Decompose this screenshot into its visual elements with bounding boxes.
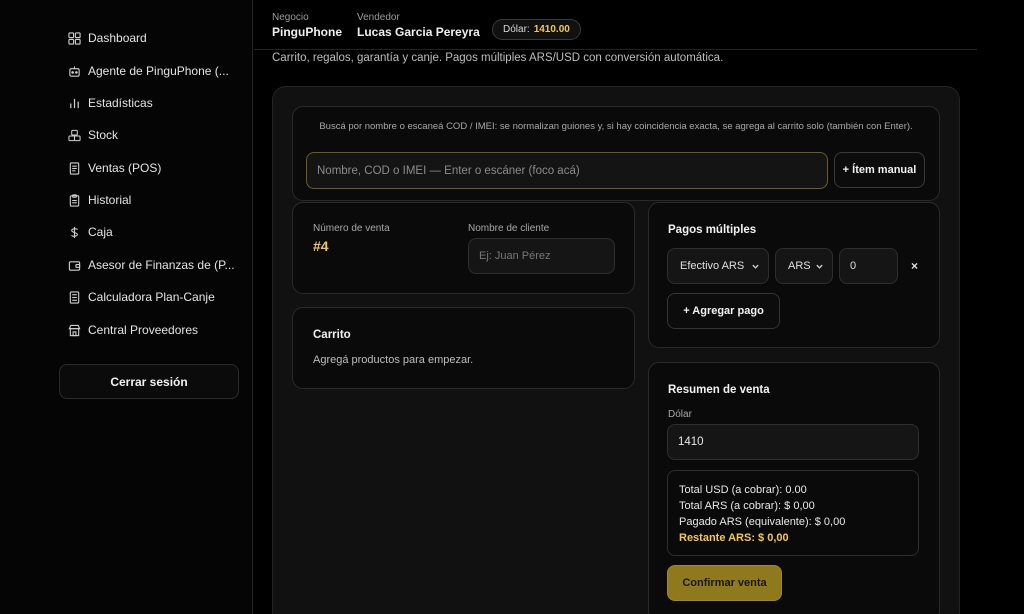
sidebar-item-label: Dashboard: [88, 31, 147, 45]
add-payment-button[interactable]: + Agregar pago: [667, 293, 780, 329]
header-divider: [254, 49, 977, 50]
page-subtitle: Carrito, regalos, garantía y canje. Pago…: [272, 52, 724, 64]
client-name-input[interactable]: [468, 238, 615, 274]
cart-card: [292, 307, 635, 389]
dollar-rate-input[interactable]: [667, 424, 919, 460]
confirm-sale-button[interactable]: Confirmar venta: [667, 565, 782, 601]
search-hint: Buscá por nombre o escaneá COD / IMEI: s…: [319, 121, 913, 132]
bar-chart-icon: [68, 97, 81, 110]
store-icon: [68, 324, 81, 337]
sidebar-item-history[interactable]: Historial: [68, 190, 131, 210]
business-label: Negocio: [272, 12, 309, 23]
clipboard-icon: [68, 193, 81, 207]
sidebar-item-label: Calculadora Plan-Canje: [88, 290, 215, 304]
totals-box: Total USD (a cobrar): 0.00 Total ARS (a …: [667, 470, 919, 556]
dashboard-icon: [68, 31, 81, 45]
receipt-icon: [68, 161, 81, 175]
sidebar-item-label: Asesor de Finanzas de (P...: [88, 258, 235, 272]
calculator-icon: [68, 290, 81, 304]
sale-number-label: Número de venta: [313, 223, 390, 234]
business-value: PinguPhone: [272, 25, 342, 39]
cart-empty-message: Agregá productos para empezar.: [313, 354, 474, 366]
add-manual-item-button[interactable]: + Ítem manual: [834, 152, 925, 188]
payment-amount-input[interactable]: [839, 248, 898, 284]
payment-method-value: Efectivo ARS: [680, 260, 745, 272]
total-ars: Total ARS (a cobrar): $ 0,00: [679, 500, 815, 512]
dollar-rate-label: Dólar:: [503, 24, 530, 35]
dollar-icon: [68, 226, 81, 239]
sidebar-item-label: Agente de PinguPhone (...: [88, 64, 229, 78]
summary-dollar-label: Dólar: [668, 409, 692, 420]
sidebar-item-label: Estadísticas: [88, 96, 153, 110]
sidebar-item-label: Caja: [88, 225, 113, 239]
chevron-down-icon: [752, 264, 759, 269]
sidebar-item-statistics[interactable]: Estadísticas: [68, 93, 153, 113]
remaining-ars: Restante ARS: $ 0,00: [679, 532, 789, 544]
sidebar-item-calculator[interactable]: Calculadora Plan-Canje: [68, 287, 215, 307]
seller-label: Vendedor: [357, 12, 400, 23]
boxes-icon: [68, 129, 81, 142]
remove-payment-button[interactable]: ×: [911, 259, 918, 273]
sidebar-item-label: Stock: [88, 128, 119, 142]
bot-icon: [68, 65, 81, 78]
payment-currency-select[interactable]: ARS: [775, 248, 833, 284]
payments-title: Pagos múltiples: [668, 224, 757, 236]
seller-value: Lucas Garcia Pereyra: [357, 25, 480, 39]
chevron-down-icon: [816, 264, 823, 269]
sidebar-item-suppliers[interactable]: Central Proveedores: [68, 320, 198, 340]
sidebar-item-label: Historial: [88, 193, 132, 207]
sidebar-item-label: Ventas (POS): [88, 161, 162, 175]
dollar-rate-badge: Dólar: 1410.00: [492, 19, 581, 40]
dollar-rate-value: 1410.00: [533, 24, 570, 35]
logout-button[interactable]: Cerrar sesión: [59, 364, 239, 399]
cart-title: Carrito: [313, 329, 351, 341]
right-margin: [977, 0, 1024, 614]
sidebar-item-cash[interactable]: Caja: [68, 222, 113, 242]
sidebar-item-label: Central Proveedores: [88, 323, 199, 337]
paid-ars: Pagado ARS (equivalente): $ 0,00: [679, 516, 846, 528]
total-usd: Total USD (a cobrar): 0.00: [679, 484, 807, 496]
sale-number-value: #4: [313, 238, 329, 254]
product-search-input[interactable]: [306, 152, 828, 189]
payment-method-select[interactable]: Efectivo ARS: [667, 248, 769, 284]
payment-currency-value: ARS: [788, 260, 811, 272]
sidebar-item-agent[interactable]: Agente de PinguPhone (...: [68, 61, 229, 81]
sidebar-item-stock[interactable]: Stock: [68, 125, 118, 145]
sidebar-item-finance-advisor[interactable]: Asesor de Finanzas de (P...: [68, 255, 235, 275]
sidebar-item-sales-pos[interactable]: Ventas (POS): [68, 158, 161, 178]
client-name-label: Nombre de cliente: [468, 223, 550, 234]
sidebar: Dashboard Agente de PinguPhone (... Esta…: [0, 0, 253, 614]
summary-title: Resumen de venta: [668, 384, 770, 396]
wallet-icon: [68, 259, 81, 272]
sidebar-item-dashboard[interactable]: Dashboard: [68, 28, 147, 48]
